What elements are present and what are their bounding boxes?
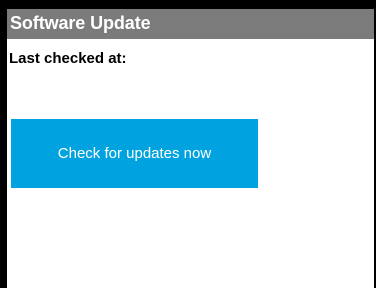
software-update-panel: Software Update Last checked at: Check f… <box>0 0 376 288</box>
check-for-updates-button[interactable]: Check for updates now <box>11 119 258 188</box>
window-title: Software Update <box>10 13 151 33</box>
title-bar: Software Update <box>7 9 374 39</box>
last-checked-label: Last checked at: <box>9 50 127 67</box>
